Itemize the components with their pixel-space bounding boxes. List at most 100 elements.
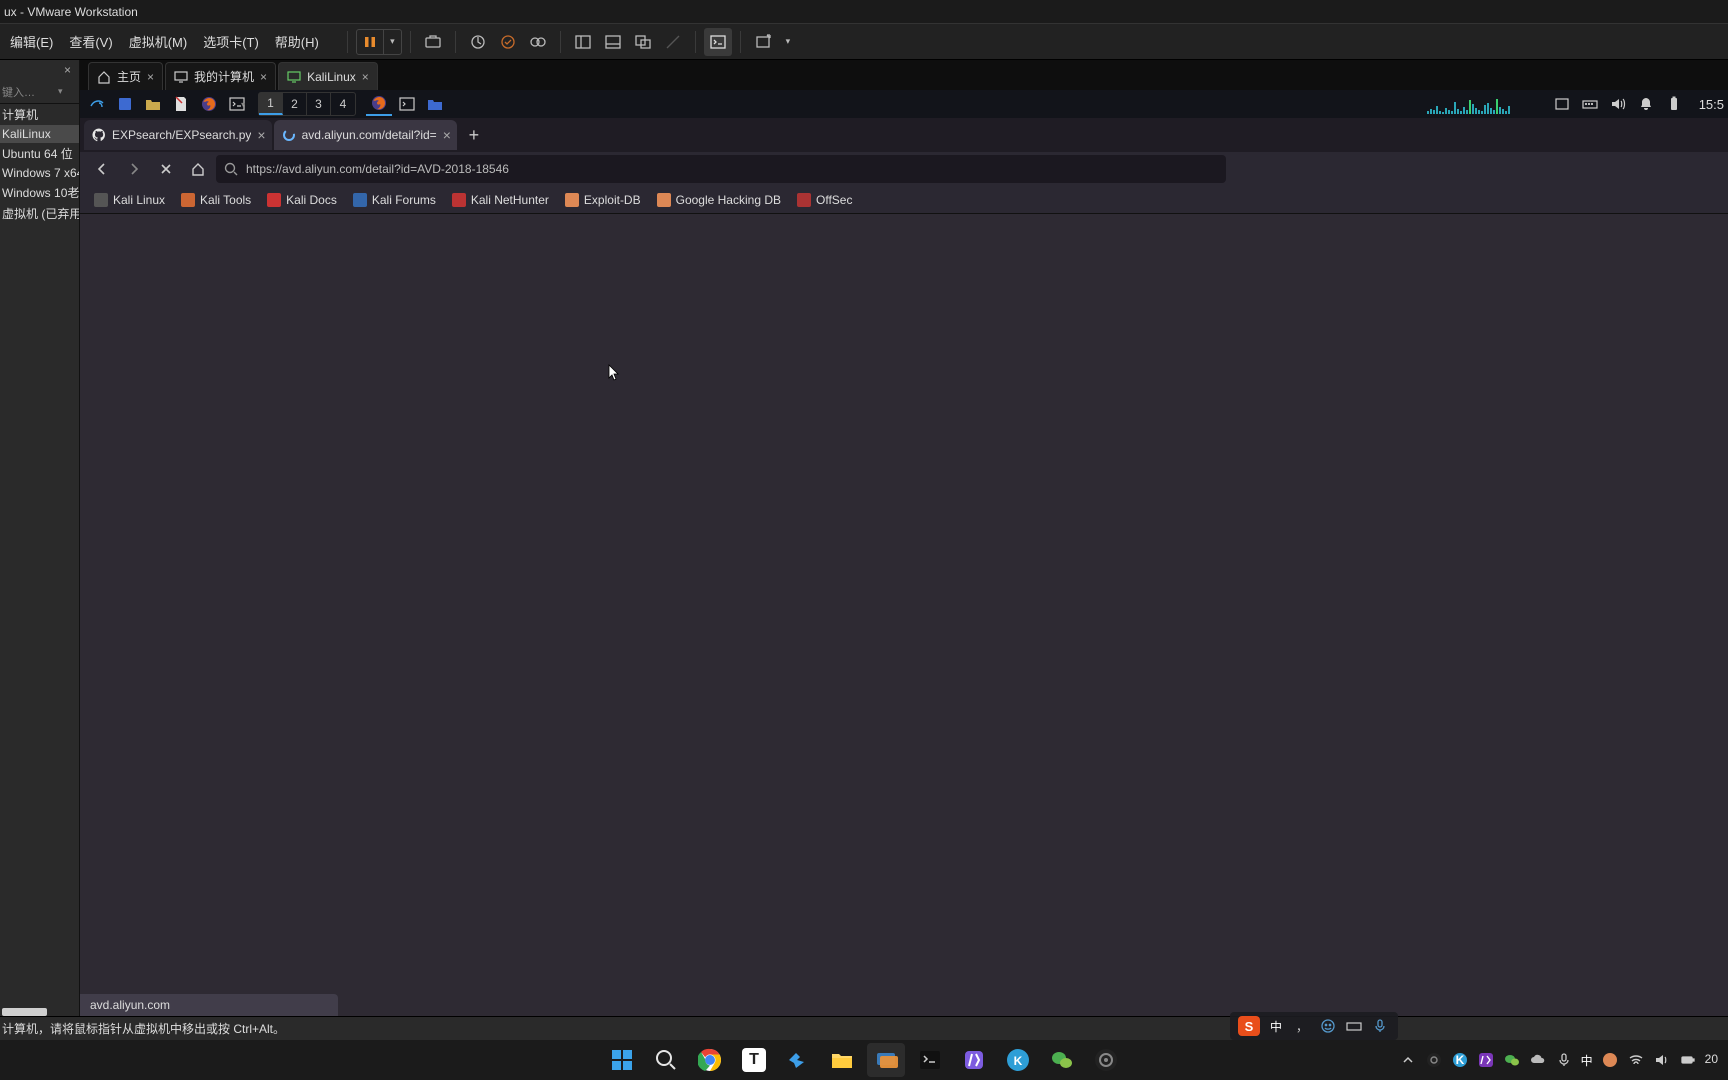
wechat-taskbar-item[interactable] bbox=[1043, 1043, 1081, 1077]
view-single-button[interactable] bbox=[569, 28, 597, 56]
url-bar[interactable]: https://avd.aliyun.com/detail?id=AVD-201… bbox=[216, 155, 1226, 183]
chevron-down-icon[interactable]: ▾ bbox=[40, 86, 80, 97]
tray-volume-icon[interactable] bbox=[1653, 1051, 1671, 1069]
console-button[interactable] bbox=[704, 28, 732, 56]
firefox-tab[interactable]: avd.aliyun.com/detail?id= × bbox=[274, 120, 457, 150]
snapshot-manager-button[interactable] bbox=[524, 28, 552, 56]
kali-clock[interactable]: 15:5 bbox=[1699, 97, 1724, 112]
tray-lang-indicator[interactable]: 中 bbox=[1581, 1052, 1593, 1069]
send-ctrl-alt-del-button[interactable] bbox=[419, 28, 447, 56]
library-item[interactable]: Windows 7 x64 bbox=[0, 164, 79, 182]
library-item[interactable]: Ubuntu 64 位 bbox=[0, 143, 79, 164]
tray-app-icon[interactable] bbox=[1601, 1051, 1619, 1069]
close-icon[interactable]: × bbox=[362, 70, 369, 84]
vmware-tab-home[interactable]: 主页 × bbox=[88, 62, 163, 90]
keyboard-icon[interactable] bbox=[1577, 92, 1603, 116]
home-button[interactable] bbox=[184, 155, 212, 183]
kali-menu-button[interactable] bbox=[84, 92, 110, 116]
forward-button[interactable] bbox=[120, 155, 148, 183]
menu-edit[interactable]: 编辑(E) bbox=[2, 28, 61, 55]
obs-taskbar-item[interactable] bbox=[1087, 1043, 1125, 1077]
tray-cloud-icon[interactable] bbox=[1529, 1051, 1547, 1069]
library-item[interactable]: 虚拟机 (已弃用) bbox=[0, 203, 79, 224]
cpu-graph[interactable] bbox=[1427, 94, 1547, 114]
bookmark-item[interactable]: Kali Tools bbox=[175, 190, 257, 210]
tray-obs-icon[interactable] bbox=[1425, 1051, 1443, 1069]
tray-app-icon[interactable]: K bbox=[1451, 1051, 1469, 1069]
fullscreen-button[interactable] bbox=[749, 28, 777, 56]
typora-taskbar-item[interactable]: T bbox=[735, 1043, 773, 1077]
explorer-taskbar-item[interactable] bbox=[823, 1043, 861, 1077]
library-scrollbar[interactable] bbox=[2, 1008, 47, 1016]
menu-vm[interactable]: 虚拟机(M) bbox=[121, 28, 196, 55]
ime-punct-icon[interactable]: ， bbox=[1292, 1016, 1312, 1036]
workspace-3[interactable]: 3 bbox=[307, 93, 331, 115]
firefox-tab[interactable]: EXPsearch/EXPsearch.py × bbox=[84, 120, 272, 150]
volume-icon[interactable] bbox=[1605, 92, 1631, 116]
view-stretch-button[interactable] bbox=[659, 28, 687, 56]
vm-pause-button[interactable]: ▾ bbox=[356, 29, 402, 55]
tray-wifi-icon[interactable] bbox=[1627, 1051, 1645, 1069]
chevron-down-icon[interactable]: ▾ bbox=[779, 30, 797, 54]
terminal-launcher[interactable]: ▾ bbox=[224, 92, 250, 116]
snapshot-take-button[interactable] bbox=[464, 28, 492, 56]
close-icon[interactable]: × bbox=[147, 70, 154, 84]
workspace-4[interactable]: 4 bbox=[331, 93, 355, 115]
bookmark-item[interactable]: Kali Linux bbox=[88, 190, 171, 210]
close-icon[interactable]: × bbox=[64, 63, 71, 77]
start-button[interactable] bbox=[603, 1043, 641, 1077]
library-item[interactable]: 计算机 bbox=[0, 104, 79, 125]
view-unity-button[interactable] bbox=[629, 28, 657, 56]
view-thumbnail-button[interactable] bbox=[599, 28, 627, 56]
ime-mic-icon[interactable] bbox=[1370, 1016, 1390, 1036]
tray-mic-icon[interactable] bbox=[1555, 1051, 1573, 1069]
files-launcher[interactable] bbox=[140, 92, 166, 116]
taskbar-clock[interactable]: 20 bbox=[1705, 1053, 1724, 1067]
menu-tabs[interactable]: 选项卡(T) bbox=[195, 28, 267, 55]
close-icon[interactable]: × bbox=[257, 127, 265, 143]
bookmark-item[interactable]: Kali Forums bbox=[347, 190, 442, 210]
tray-app-icon[interactable] bbox=[1477, 1051, 1495, 1069]
menu-help[interactable]: 帮助(H) bbox=[267, 28, 327, 55]
tray-battery-icon[interactable] bbox=[1679, 1051, 1697, 1069]
stop-button[interactable] bbox=[152, 155, 180, 183]
vmware-tab-kalilinux[interactable]: KaliLinux × bbox=[278, 62, 378, 90]
chevron-down-icon[interactable]: ▾ bbox=[383, 30, 401, 54]
battery-icon[interactable] bbox=[1661, 92, 1687, 116]
show-desktop-button[interactable] bbox=[112, 92, 138, 116]
snapshot-revert-button[interactable] bbox=[494, 28, 522, 56]
bookmark-item[interactable]: Kali Docs bbox=[261, 190, 343, 210]
workspace-1[interactable]: 1 bbox=[259, 93, 283, 115]
firefox-launcher[interactable] bbox=[196, 92, 222, 116]
app-taskbar-item[interactable] bbox=[955, 1043, 993, 1077]
tray-wechat-icon[interactable] bbox=[1503, 1051, 1521, 1069]
sogou-ime-bar[interactable]: S 中 ， bbox=[1230, 1012, 1398, 1040]
workspace-2[interactable]: 2 bbox=[283, 93, 307, 115]
tray-chevron-icon[interactable] bbox=[1399, 1051, 1417, 1069]
library-search[interactable]: 键入内容 ▾ bbox=[0, 80, 79, 104]
notifications-icon[interactable] bbox=[1633, 92, 1659, 116]
back-button[interactable] bbox=[88, 155, 116, 183]
close-icon[interactable]: × bbox=[260, 70, 267, 84]
bookmark-item[interactable]: Exploit-DB bbox=[559, 190, 647, 210]
files-taskbar-item[interactable] bbox=[422, 92, 448, 116]
new-tab-button[interactable]: + bbox=[459, 120, 489, 150]
bookmark-item[interactable]: Google Hacking DB bbox=[651, 190, 787, 210]
vmware-tab-mycomputer[interactable]: 我的计算机 × bbox=[165, 62, 276, 90]
ime-keyboard-icon[interactable] bbox=[1344, 1016, 1364, 1036]
vmware-taskbar-item[interactable] bbox=[867, 1043, 905, 1077]
firefox-taskbar-item[interactable] bbox=[366, 92, 392, 116]
bookmark-item[interactable]: OffSec bbox=[791, 190, 858, 210]
menu-view[interactable]: 查看(V) bbox=[61, 28, 120, 55]
library-item[interactable]: KaliLinux bbox=[0, 125, 79, 143]
terminal-taskbar-item[interactable] bbox=[911, 1043, 949, 1077]
library-item[interactable]: Windows 10老版 bbox=[0, 182, 79, 203]
ime-emoji-icon[interactable] bbox=[1318, 1016, 1338, 1036]
search-button[interactable] bbox=[647, 1043, 685, 1077]
text-editor-launcher[interactable] bbox=[168, 92, 194, 116]
chrome-taskbar-item[interactable] bbox=[691, 1043, 729, 1077]
ime-lang-indicator[interactable]: 中 bbox=[1266, 1016, 1286, 1036]
terminal-taskbar-item[interactable] bbox=[394, 92, 420, 116]
feishu-taskbar-item[interactable] bbox=[779, 1043, 817, 1077]
screenshot-icon[interactable] bbox=[1549, 92, 1575, 116]
